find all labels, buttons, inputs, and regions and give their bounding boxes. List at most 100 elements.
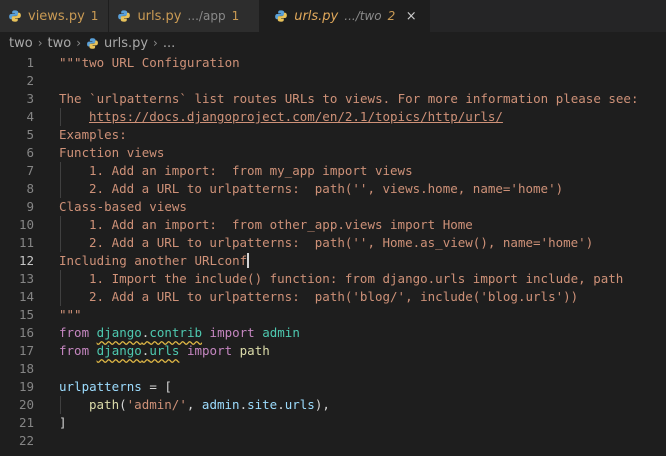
import-statement: from django.contrib import admin <box>59 324 300 342</box>
code-line: 11 2. Add a URL to urlpatterns: path('', … <box>0 234 666 252</box>
line-number: 8 <box>26 181 34 196</box>
assignment: urlpatterns = [ <box>59 378 172 396</box>
attribute: urls <box>284 397 315 412</box>
breadcrumb-folder[interactable]: two <box>9 36 33 51</box>
chevron-right-icon: › <box>76 36 81 50</box>
line-number: 4 <box>26 109 34 124</box>
imported-name: admin <box>262 325 300 340</box>
tab-urls-two[interactable]: urls.py .../two 2 × <box>260 0 431 32</box>
line-number: 2 <box>26 73 34 88</box>
code-line: 7 1. Add an import: from my_app import vi… <box>0 162 666 180</box>
line-text: Function views <box>59 145 165 160</box>
close-icon[interactable]: × <box>403 9 419 24</box>
code-line: 19 urlpatterns = [ <box>0 378 666 396</box>
line-number: 9 <box>26 199 34 214</box>
line-text: 1. Add an import: from my_app import vie… <box>89 163 413 178</box>
attribute: admin <box>201 397 240 412</box>
tab-filename: urls.py <box>137 8 182 24</box>
tab-problem-count: 1 <box>90 9 99 23</box>
line-number: 16 <box>18 325 34 340</box>
punctuation: ), <box>314 397 330 412</box>
function-name: path <box>89 397 120 412</box>
keyword: from <box>59 343 90 358</box>
line-number: 7 <box>26 163 34 178</box>
dot: . <box>277 397 285 412</box>
line-number: 12 <box>18 253 34 268</box>
python-icon <box>118 10 131 22</box>
module-name: contrib <box>149 325 203 340</box>
code-line: 20 path('admin/', admin.site.urls), <box>0 396 666 414</box>
punctuation: ( <box>119 397 127 412</box>
code-line: 18 <box>0 360 666 378</box>
tab-problem-count: 1 <box>231 9 240 23</box>
code-line: 21] <box>0 414 666 432</box>
string-literal: 'admin/' <box>126 397 187 412</box>
line-text: """ <box>59 307 82 322</box>
code-line: 6 Function views <box>0 144 666 162</box>
indent-guide <box>60 234 61 252</box>
code-line: 17 from django.urls import path <box>0 342 666 360</box>
operator: = [ <box>141 379 172 394</box>
line-text: Class-based views <box>59 199 187 214</box>
indent-guide <box>60 162 61 180</box>
dot: . <box>239 397 248 412</box>
line-number: 20 <box>18 397 34 412</box>
code-editor[interactable]: 1 """two URL Configuration 2 3 The `urlpat… <box>0 54 666 456</box>
code-line-current: 12 Including another URLconf <box>0 252 666 270</box>
line-number: 13 <box>18 271 34 286</box>
imported-name: path <box>239 343 270 358</box>
line-number: 6 <box>26 145 34 160</box>
module-name: urls <box>149 343 180 358</box>
tab-filename: views.py <box>28 8 85 24</box>
breadcrumb-file[interactable]: urls.py <box>104 36 148 51</box>
breadcrumb-symbol[interactable]: ... <box>163 36 175 51</box>
tab-bar-empty-space[interactable] <box>430 0 666 32</box>
line-text: """two URL Configuration <box>59 55 240 70</box>
chevron-right-icon: › <box>153 36 158 50</box>
breadcrumb-folder[interactable]: two <box>48 36 72 51</box>
text-cursor <box>247 253 250 268</box>
code-line: 13 1. Import the include() function: from… <box>0 270 666 288</box>
code-line: 5 Examples: <box>0 126 666 144</box>
breadcrumb: two › two › urls.py › ... <box>0 32 666 54</box>
line-text: ] <box>59 415 67 430</box>
tab-directory: .../two <box>344 9 382 23</box>
line-text: Examples: <box>59 127 127 142</box>
line-number: 18 <box>18 361 34 376</box>
keyword: import <box>209 325 255 340</box>
tab-filename: urls.py <box>294 8 339 24</box>
code-line: 4 https://docs.djangoproject.com/en/2.1/t… <box>0 108 666 126</box>
docs-link[interactable]: https://docs.djangoproject.com/en/2.1/to… <box>89 108 503 126</box>
line-number: 11 <box>18 235 34 250</box>
tab-bar: views.py 1 urls.py .../app 1 urls.py ...… <box>0 0 666 32</box>
line-text: Including another URLconf <box>59 253 248 268</box>
module-path: django.contrib <box>97 325 202 340</box>
indent-guide <box>60 288 61 306</box>
indent-guide <box>60 216 61 234</box>
attribute: site <box>247 397 278 412</box>
import-statement: from django.urls import path <box>59 342 270 360</box>
line-number: 3 <box>26 91 34 106</box>
punctuation: , <box>186 397 202 412</box>
code-line: 22 <box>0 432 666 450</box>
line-text: The `urlpatterns` list routes URLs to vi… <box>59 91 639 106</box>
line-number: 19 <box>18 379 34 394</box>
line-text: 1. Add an import: from other_app.views i… <box>89 217 473 232</box>
code-line: 1 """two URL Configuration <box>0 54 666 72</box>
tab-problem-count: 2 <box>387 9 396 23</box>
line-text: 2. Add a URL to urlpatterns: path('blog/… <box>89 289 579 304</box>
code-line: 15 """ <box>0 306 666 324</box>
code-line: 16 from django.contrib import admin <box>0 324 666 342</box>
tab-urls-app[interactable]: urls.py .../app 1 <box>109 0 261 32</box>
tab-views-py[interactable]: views.py 1 <box>0 0 110 32</box>
line-number: 14 <box>18 289 34 304</box>
indent-guide <box>60 108 61 126</box>
function-call: path('admin/', admin.site.urls), <box>89 396 330 414</box>
code-line: 8 2. Add a URL to urlpatterns: path('', v… <box>0 180 666 198</box>
python-icon <box>9 10 21 22</box>
module-name: django <box>96 343 142 358</box>
python-icon <box>87 37 98 49</box>
code-line: 14 2. Add a URL to urlpatterns: path('blo… <box>0 288 666 306</box>
line-text: 2. Add a URL to urlpatterns: path('', vi… <box>89 181 564 196</box>
line-number: 1 <box>26 55 34 70</box>
